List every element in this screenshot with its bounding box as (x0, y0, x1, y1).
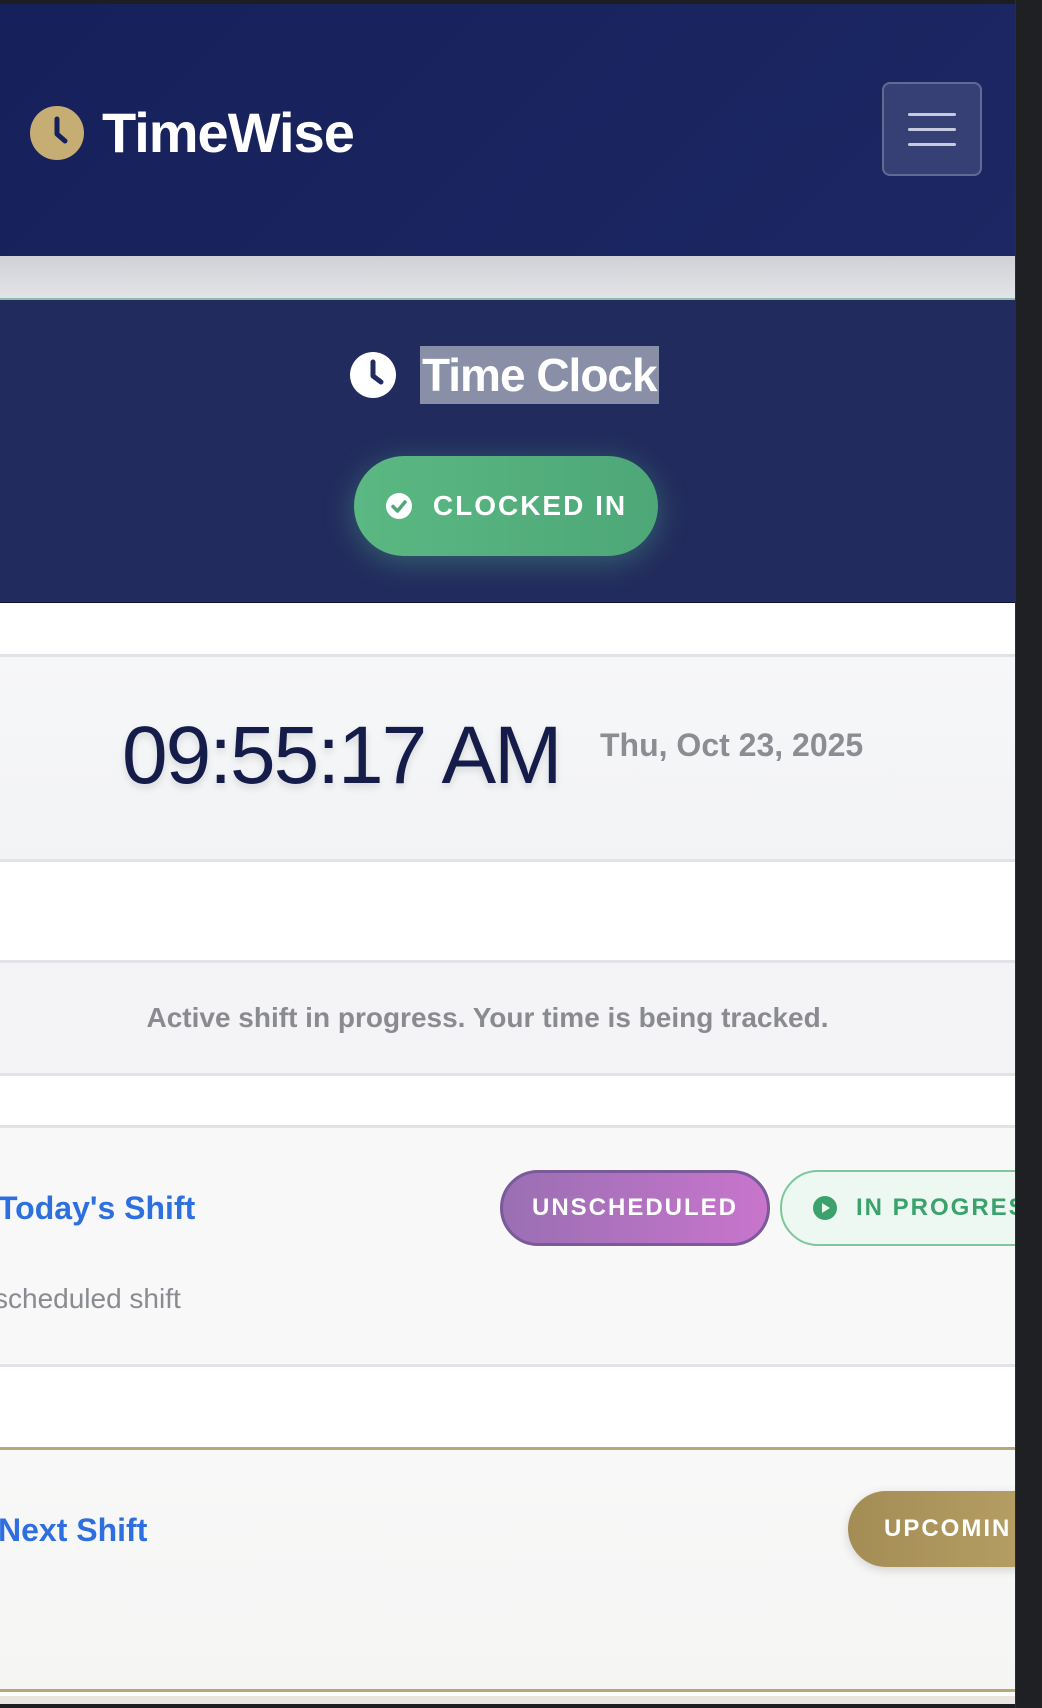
current-time: 09:55:17 AM (122, 710, 562, 801)
status-label: CLOCKED IN (432, 490, 628, 521)
navbar: TimeWise (0, 4, 1015, 256)
next-shift-title: Next Shift (0, 1512, 148, 1548)
in-progress-label: IN PROGRES (856, 1194, 1015, 1221)
current-time-card: 09:55:17 AM Thu, Oct 23, 2025 (0, 654, 1015, 862)
scrollbar[interactable] (1015, 0, 1042, 1708)
next-shift-card: Next Shift UPCOMIN (0, 1447, 1015, 1692)
page-title-group: Time Clock (348, 346, 659, 404)
play-circle-icon (813, 1196, 837, 1220)
bottom-divider (0, 1696, 1015, 1704)
in-progress-badge: IN PROGRES (780, 1170, 1015, 1246)
upcoming-badge: UPCOMIN (848, 1491, 1015, 1567)
notice-text: Active shift in progress. Your time is b… (146, 1002, 829, 1033)
status-badge: CLOCKED IN (354, 456, 658, 556)
todays-shift-card: Today's Shift UNSCHEDULED IN PROGRES sch… (0, 1125, 1015, 1367)
todays-shift-subtitle: scheduled shift (0, 1283, 181, 1314)
menu-toggle-button[interactable] (882, 82, 982, 176)
shift-notice: Active shift in progress. Your time is b… (0, 960, 1015, 1076)
navbar-divider (0, 256, 1015, 300)
clock-icon (30, 105, 84, 160)
brand-link[interactable]: TimeWise (28, 100, 355, 165)
current-date: Thu, Oct 23, 2025 (600, 727, 864, 763)
app-viewport: TimeWise Time Clock CLOCKED IN 09:55:17 … (0, 4, 1015, 1704)
clock-icon (350, 352, 396, 398)
time-clock-header: Time Clock CLOCKED IN (0, 300, 1015, 603)
page-title: Time Clock (420, 346, 659, 404)
check-circle-icon (385, 493, 412, 519)
unscheduled-badge: UNSCHEDULED (500, 1170, 770, 1246)
brand-name: TimeWise (102, 101, 355, 164)
todays-shift-title: Today's Shift (0, 1190, 196, 1226)
hamburger-icon (908, 112, 956, 116)
